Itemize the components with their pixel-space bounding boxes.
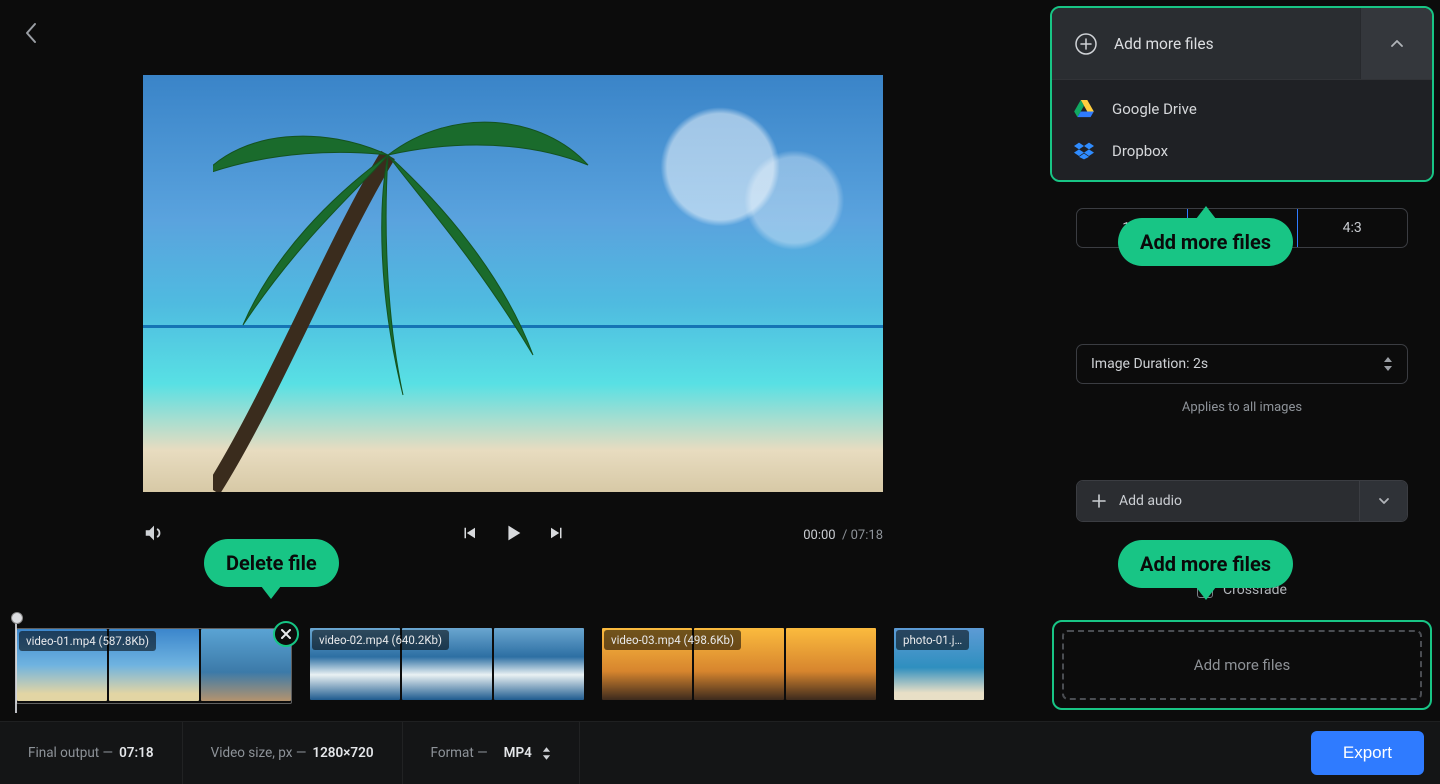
timeline-clip[interactable]: video-02.mp4 (640.2Kb) <box>310 628 584 704</box>
clip-badge: photo-01.j… <box>896 630 969 650</box>
timeline-clip[interactable]: video-01.mp4 (587.8Kb) <box>16 628 292 704</box>
clip-badge: video-01.mp4 (587.8Kb) <box>19 631 156 651</box>
source-dropbox[interactable]: Dropbox <box>1052 130 1432 172</box>
add-audio-expand[interactable] <box>1359 481 1407 521</box>
clip-badge: video-03.mp4 (498.6Kb) <box>604 630 741 650</box>
format-select[interactable]: Format — MP4 <box>403 722 580 784</box>
video-size: Video size, px — 1280×720 <box>183 722 403 784</box>
export-button[interactable]: Export <box>1311 731 1424 775</box>
callout-add-more-bottom: Add more files <box>1118 540 1293 588</box>
image-duration-hint: Applies to all images <box>1044 400 1440 415</box>
volume-button[interactable] <box>143 522 165 548</box>
aspect-4-3[interactable]: 4:3 <box>1297 209 1407 247</box>
collapse-files-menu[interactable] <box>1360 8 1432 79</box>
stepper-icon <box>1383 357 1393 371</box>
add-files-menu: Add more files Google Drive <box>1050 6 1434 182</box>
play-button[interactable] <box>502 522 524 548</box>
plus-icon <box>1091 493 1107 509</box>
clip-thumbnail <box>494 628 584 700</box>
timeline-clip[interactable]: photo-01.j… <box>894 628 984 704</box>
timeline-clip[interactable]: video-03.mp4 (498.6Kb) <box>602 628 876 704</box>
stepper-icon <box>542 747 551 760</box>
callout-delete-file: Delete file <box>204 539 339 587</box>
delete-clip-button[interactable] <box>273 621 299 647</box>
prev-button[interactable] <box>460 524 478 546</box>
preview-image <box>213 95 593 492</box>
next-button[interactable] <box>548 524 566 546</box>
bottom-bar: Final output — 07:18 Video size, px — 12… <box>0 721 1440 784</box>
close-icon <box>279 627 293 641</box>
chevron-down-icon <box>1377 494 1391 508</box>
add-audio-button[interactable]: Add audio <box>1077 481 1359 521</box>
timeline[interactable]: video-01.mp4 (587.8Kb) video-02.mp4 (640.… <box>0 618 1044 718</box>
google-drive-icon <box>1074 100 1094 118</box>
chevron-up-icon <box>1389 36 1405 52</box>
video-preview[interactable] <box>143 75 883 492</box>
clip-thumbnail <box>786 628 876 700</box>
clip-badge: video-02.mp4 (640.2Kb) <box>312 630 449 650</box>
dropbox-icon <box>1074 142 1094 160</box>
callout-add-more-top: Add more files <box>1118 218 1293 266</box>
add-more-files-dropzone[interactable]: Add more files <box>1052 620 1432 710</box>
image-duration-select[interactable]: Image Duration: 2s <box>1076 344 1408 384</box>
source-google-drive[interactable]: Google Drive <box>1052 88 1432 130</box>
time-display: 00:00 / 07:18 <box>803 528 883 543</box>
plus-circle-icon <box>1074 32 1098 56</box>
add-more-files-button[interactable]: Add more files <box>1052 8 1360 79</box>
final-output: Final output — 07:18 <box>0 722 183 784</box>
